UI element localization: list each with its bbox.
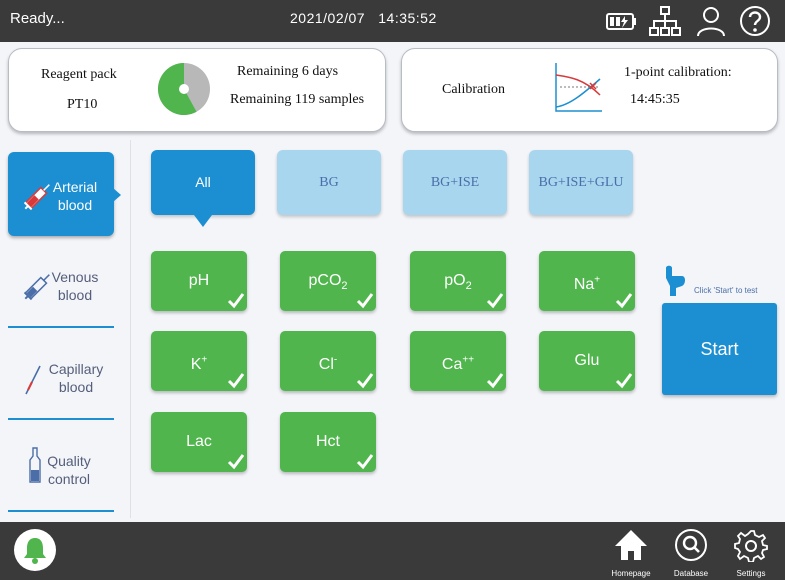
param-tile-pco2[interactable]: pCO2: [280, 251, 376, 311]
check-icon: [356, 293, 374, 309]
check-icon: [227, 373, 245, 389]
sidebar-divider: [8, 326, 114, 328]
sidebar-item-label: Quality control: [47, 453, 91, 487]
tab-all[interactable]: All: [151, 150, 255, 215]
sidebar-item-capillary-blood[interactable]: Capillary blood: [8, 336, 114, 418]
time: 14:35:52: [378, 10, 437, 26]
param-label: pH: [188, 272, 210, 289]
remaining-samples: Remaining 119 samples: [230, 92, 365, 107]
reagent-label: Reagent pack: [41, 67, 117, 82]
check-icon: [615, 373, 633, 389]
check-icon: [356, 373, 374, 389]
start-hint: Click 'Start' to test: [694, 286, 758, 295]
sample-type-sidebar: Arterial blood Venous blood Capillary blood…: [0, 140, 131, 518]
param-label: pCO2: [308, 272, 348, 293]
start-button[interactable]: Start: [662, 303, 777, 395]
param-tile-ph[interactable]: pH: [151, 251, 247, 311]
param-tile-ca[interactable]: Ca++: [410, 331, 506, 391]
gear-icon: [734, 530, 768, 562]
check-icon: [486, 293, 504, 309]
settings-label: Settings: [736, 569, 766, 578]
param-label: Lac: [186, 433, 212, 450]
tab-bg-ise[interactable]: BG+ISE: [403, 150, 507, 215]
database-button[interactable]: Database: [665, 526, 717, 580]
calibration-label: Calibration: [442, 82, 505, 97]
database-search-icon: [675, 529, 707, 561]
database-label: Database: [673, 569, 709, 578]
param-tile-lac[interactable]: Lac: [151, 412, 247, 472]
tab-pointer: [194, 215, 212, 227]
settings-button[interactable]: Settings: [725, 526, 777, 580]
param-label: Hct: [316, 433, 340, 450]
check-icon: [227, 454, 245, 470]
reagent-pack-card[interactable]: Reagent pack PT10 Remaining 6 days Remai…: [8, 48, 386, 132]
param-tile-po2[interactable]: pO2: [410, 251, 506, 311]
param-label: Na+: [573, 275, 601, 294]
check-icon: [227, 293, 245, 309]
check-icon: [356, 454, 374, 470]
date-time: 2021/02/07 14:35:52: [290, 10, 437, 26]
reagent-remaining-pie: [157, 63, 210, 115]
capillary-tube-icon: [25, 365, 41, 395]
check-icon: [615, 293, 633, 309]
homepage-button[interactable]: Homepage: [605, 526, 657, 580]
sidebar-item-venous-blood[interactable]: Venous blood: [8, 244, 114, 326]
status-text: Ready...: [10, 10, 65, 27]
bell-icon: [24, 538, 46, 564]
ampoule-icon: [29, 447, 41, 483]
calibration-time: 14:45:35: [630, 92, 680, 107]
pointing-hand-icon: [666, 265, 685, 296]
bottom-bar: Homepage Database Settings: [0, 522, 785, 580]
help-icon[interactable]: [738, 4, 772, 38]
sidebar-item-arterial-blood[interactable]: Arterial blood: [8, 152, 114, 236]
calibration-card[interactable]: Calibration 1-point calibration: 14:45:3…: [401, 48, 778, 132]
calibration-type: 1-point calibration:: [624, 65, 732, 80]
alarm-button[interactable]: [14, 529, 56, 571]
active-pointer: [113, 188, 121, 202]
date: 2021/02/07: [290, 10, 366, 26]
reagent-pack-name: PT10: [67, 97, 98, 112]
param-label: pO2: [444, 272, 472, 293]
check-icon: [486, 373, 504, 389]
param-label: Ca++: [441, 355, 475, 374]
calibration-curve-icon: [555, 63, 602, 112]
param-tile-glu[interactable]: Glu: [539, 331, 635, 391]
top-bar: Ready... 2021/02/07 14:35:52: [0, 0, 785, 42]
param-tile-k[interactable]: K+: [151, 331, 247, 391]
sidebar-item-label: Venous blood: [51, 269, 99, 303]
param-tile-hct[interactable]: Hct: [280, 412, 376, 472]
homepage-label: Homepage: [611, 569, 651, 578]
param-label: K+: [190, 355, 208, 374]
network-icon[interactable]: [648, 4, 682, 38]
tab-bg-ise-glu[interactable]: BG+ISE+GLU: [529, 150, 633, 215]
param-label: Cl-: [318, 355, 338, 374]
user-icon[interactable]: [694, 4, 728, 38]
param-tile-cl[interactable]: Cl-: [280, 331, 376, 391]
sidebar-item-label: Arterial blood: [52, 179, 98, 213]
param-tile-na[interactable]: Na+: [539, 251, 635, 311]
sidebar-divider: [8, 418, 114, 420]
sidebar-item-quality-control[interactable]: Quality control: [8, 428, 114, 510]
battery-icon: [606, 13, 636, 30]
sidebar-divider: [8, 510, 114, 512]
sidebar-item-label: Capillary blood: [48, 361, 104, 395]
tab-bg[interactable]: BG: [277, 150, 381, 215]
remaining-days: Remaining 6 days: [237, 64, 339, 79]
home-icon: [615, 530, 647, 560]
param-label: Glu: [574, 352, 600, 369]
